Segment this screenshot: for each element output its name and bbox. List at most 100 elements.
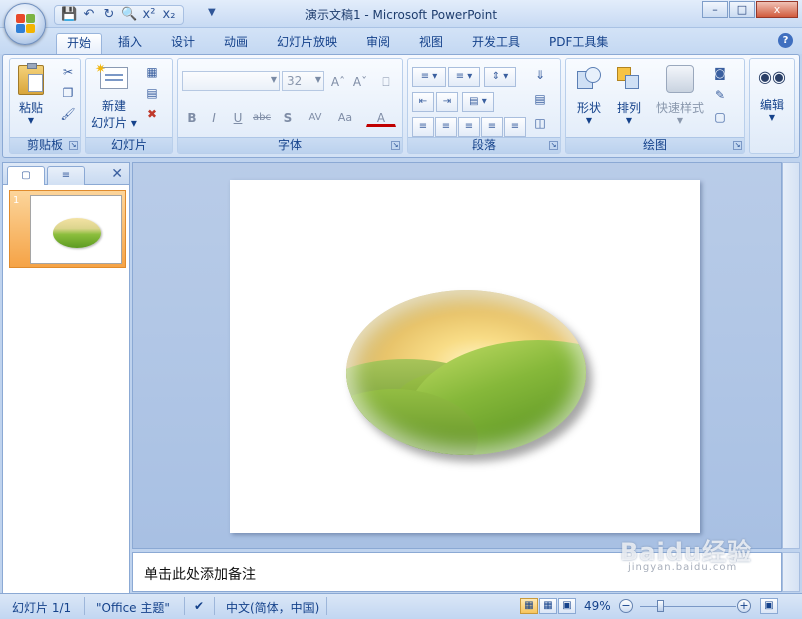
increase-indent-button[interactable]: ⇥: [436, 92, 458, 112]
zoom-slider-thumb[interactable]: [656, 600, 664, 612]
copy-icon[interactable]: ❐: [60, 85, 76, 101]
ribbon: 粘贴 ▼ ✂ ❐ 🖌 剪贴板 ↘ ✷ 新建 幻灯片 ▾ ▦ ▤ ✖ 幻灯片 ▼ …: [2, 54, 800, 158]
zoom-slider-track[interactable]: [640, 606, 736, 607]
justify-button[interactable]: ≡: [481, 117, 503, 137]
tab-developer[interactable]: 开发工具: [472, 33, 520, 54]
close-icon[interactable]: ✕: [111, 166, 123, 182]
group-label: 绘图: [566, 137, 744, 153]
shape-outline-icon[interactable]: ✎: [712, 87, 728, 103]
dialog-launcher-icon[interactable]: ↘: [549, 141, 558, 150]
ribbon-tabs: 开始 插入 设计 动画 幻灯片放映 审阅 视图 开发工具 PDF工具集: [0, 28, 802, 54]
align-center-button[interactable]: ≡: [435, 117, 457, 137]
spellcheck-icon[interactable]: ✔: [194, 599, 204, 613]
strikethrough-button[interactable]: abc: [252, 107, 272, 127]
normal-view-button[interactable]: ▦: [520, 598, 538, 614]
distribute-button[interactable]: ≡: [504, 117, 526, 137]
landscape-picture[interactable]: [346, 290, 586, 455]
paste-button[interactable]: 粘贴 ▼: [14, 63, 48, 133]
align-left-button[interactable]: ≡: [412, 117, 434, 137]
chevron-down-icon: ▼: [625, 116, 633, 125]
grow-font-icon[interactable]: Aˆ: [328, 71, 348, 91]
char-spacing-button[interactable]: AV: [302, 107, 328, 127]
bold-button[interactable]: B: [182, 107, 202, 127]
vertical-scrollbar[interactable]: [782, 162, 800, 549]
paste-icon: [18, 63, 44, 95]
pane-tabs: ▢ ≡ ✕: [3, 163, 129, 185]
dialog-launcher-icon[interactable]: ↘: [733, 141, 742, 150]
zoom-out-button[interactable]: −: [619, 599, 633, 613]
divider: [326, 597, 327, 615]
format-painter-icon[interactable]: 🖌: [60, 106, 76, 122]
fit-to-window-button[interactable]: ▣: [760, 598, 778, 614]
window-controls: – □ x: [702, 1, 798, 18]
zoom-level[interactable]: 49%: [584, 599, 611, 613]
shape-effects-icon[interactable]: ▢: [712, 109, 728, 125]
shape-fill-icon[interactable]: ◙: [712, 65, 728, 81]
editing-button[interactable]: ◉◉ 编辑 ▼: [753, 63, 791, 149]
group-paragraph: ≡ ▾ ≡ ▾ ⇕ ▾ ⇓ ⇤ ⇥ ▤ ▾ ▤ ≡ ≡ ≡ ≡ ≡ ◫ 段落 ↘: [407, 58, 561, 154]
zoom-in-button[interactable]: +: [737, 599, 751, 613]
arrange-button[interactable]: 排列 ▼: [610, 63, 648, 133]
tab-slideshow[interactable]: 幻灯片放映: [277, 33, 337, 54]
group-slides: ✷ 新建 幻灯片 ▾ ▦ ▤ ✖ 幻灯片: [85, 58, 173, 154]
slide-canvas[interactable]: [230, 180, 700, 533]
tab-pdf-tools[interactable]: PDF工具集: [549, 33, 608, 54]
slide-number: 1: [13, 195, 20, 206]
change-case-button[interactable]: Aa: [332, 107, 358, 127]
decrease-indent-button[interactable]: ⇤: [412, 92, 434, 112]
align-text-icon[interactable]: ▤: [532, 91, 548, 107]
shrink-font-icon[interactable]: Aˇ: [350, 71, 370, 91]
font-name-combo[interactable]: ▼: [182, 71, 280, 91]
tab-review[interactable]: 审阅: [366, 33, 390, 54]
tab-home[interactable]: 开始: [56, 33, 103, 54]
font-size-combo[interactable]: 32 ▼: [282, 71, 324, 91]
tab-outline[interactable]: ≡: [47, 166, 85, 185]
bullets-button[interactable]: ≡ ▾: [412, 67, 446, 87]
line-spacing-button[interactable]: ⇕ ▾: [484, 67, 516, 87]
new-slide-label-2: 幻灯片 ▾: [91, 116, 137, 130]
reset-icon[interactable]: ▤: [144, 85, 160, 101]
slide-thumbnail-1[interactable]: 1: [9, 190, 126, 268]
maximize-button[interactable]: □: [729, 1, 755, 18]
dialog-launcher-icon[interactable]: ↘: [69, 141, 78, 150]
shapes-button[interactable]: 形状 ▼: [570, 63, 608, 133]
slide-sorter-button[interactable]: ▦: [539, 598, 557, 614]
paste-label: 粘贴: [18, 101, 43, 115]
clear-format-icon[interactable]: ⎕: [376, 71, 396, 91]
office-button[interactable]: [4, 3, 46, 45]
minimize-button[interactable]: –: [702, 1, 728, 18]
tab-view[interactable]: 视图: [419, 33, 443, 54]
group-editing: ◉◉ 编辑 ▼: [749, 58, 795, 154]
editing-label: 编辑: [759, 98, 784, 112]
cut-icon[interactable]: ✂: [60, 64, 76, 80]
tab-animations[interactable]: 动画: [224, 33, 248, 54]
columns-button[interactable]: ▤ ▾: [462, 92, 494, 112]
layout-icon[interactable]: ▦: [144, 64, 160, 80]
divider: [214, 597, 215, 615]
notes-scrollbar[interactable]: [782, 552, 800, 592]
delete-slide-icon[interactable]: ✖: [144, 106, 160, 122]
smartart-icon[interactable]: ◫: [532, 115, 548, 131]
quick-styles-button[interactable]: 快速样式 ▼: [652, 63, 708, 133]
close-button[interactable]: x: [756, 1, 798, 18]
help-icon[interactable]: ?: [778, 33, 793, 48]
slideshow-button[interactable]: ▣: [558, 598, 576, 614]
tab-slides-thumbnails[interactable]: ▢: [7, 166, 45, 185]
tab-insert[interactable]: 插入: [118, 33, 142, 54]
underline-button[interactable]: U: [228, 107, 248, 127]
arrange-label: 排列: [616, 101, 641, 115]
text-direction-icon[interactable]: ⇓: [532, 67, 548, 83]
binoculars-icon: ◉◉: [758, 67, 786, 86]
language[interactable]: 中文(简体，中国): [226, 599, 319, 616]
notes-placeholder: 单击此处添加备注: [144, 567, 256, 583]
group-label: 幻灯片: [86, 137, 172, 153]
align-right-button[interactable]: ≡: [458, 117, 480, 137]
dialog-launcher-icon[interactable]: ↘: [391, 141, 400, 150]
theme-name: "Office 主题": [96, 601, 170, 615]
numbering-button[interactable]: ≡ ▾: [448, 67, 480, 87]
tab-design[interactable]: 设计: [171, 33, 195, 54]
font-color-button[interactable]: A: [366, 107, 396, 127]
shadow-button[interactable]: S: [278, 107, 298, 127]
italic-button[interactable]: I: [204, 107, 224, 127]
new-slide-button[interactable]: ✷ 新建 幻灯片 ▾: [90, 62, 138, 133]
